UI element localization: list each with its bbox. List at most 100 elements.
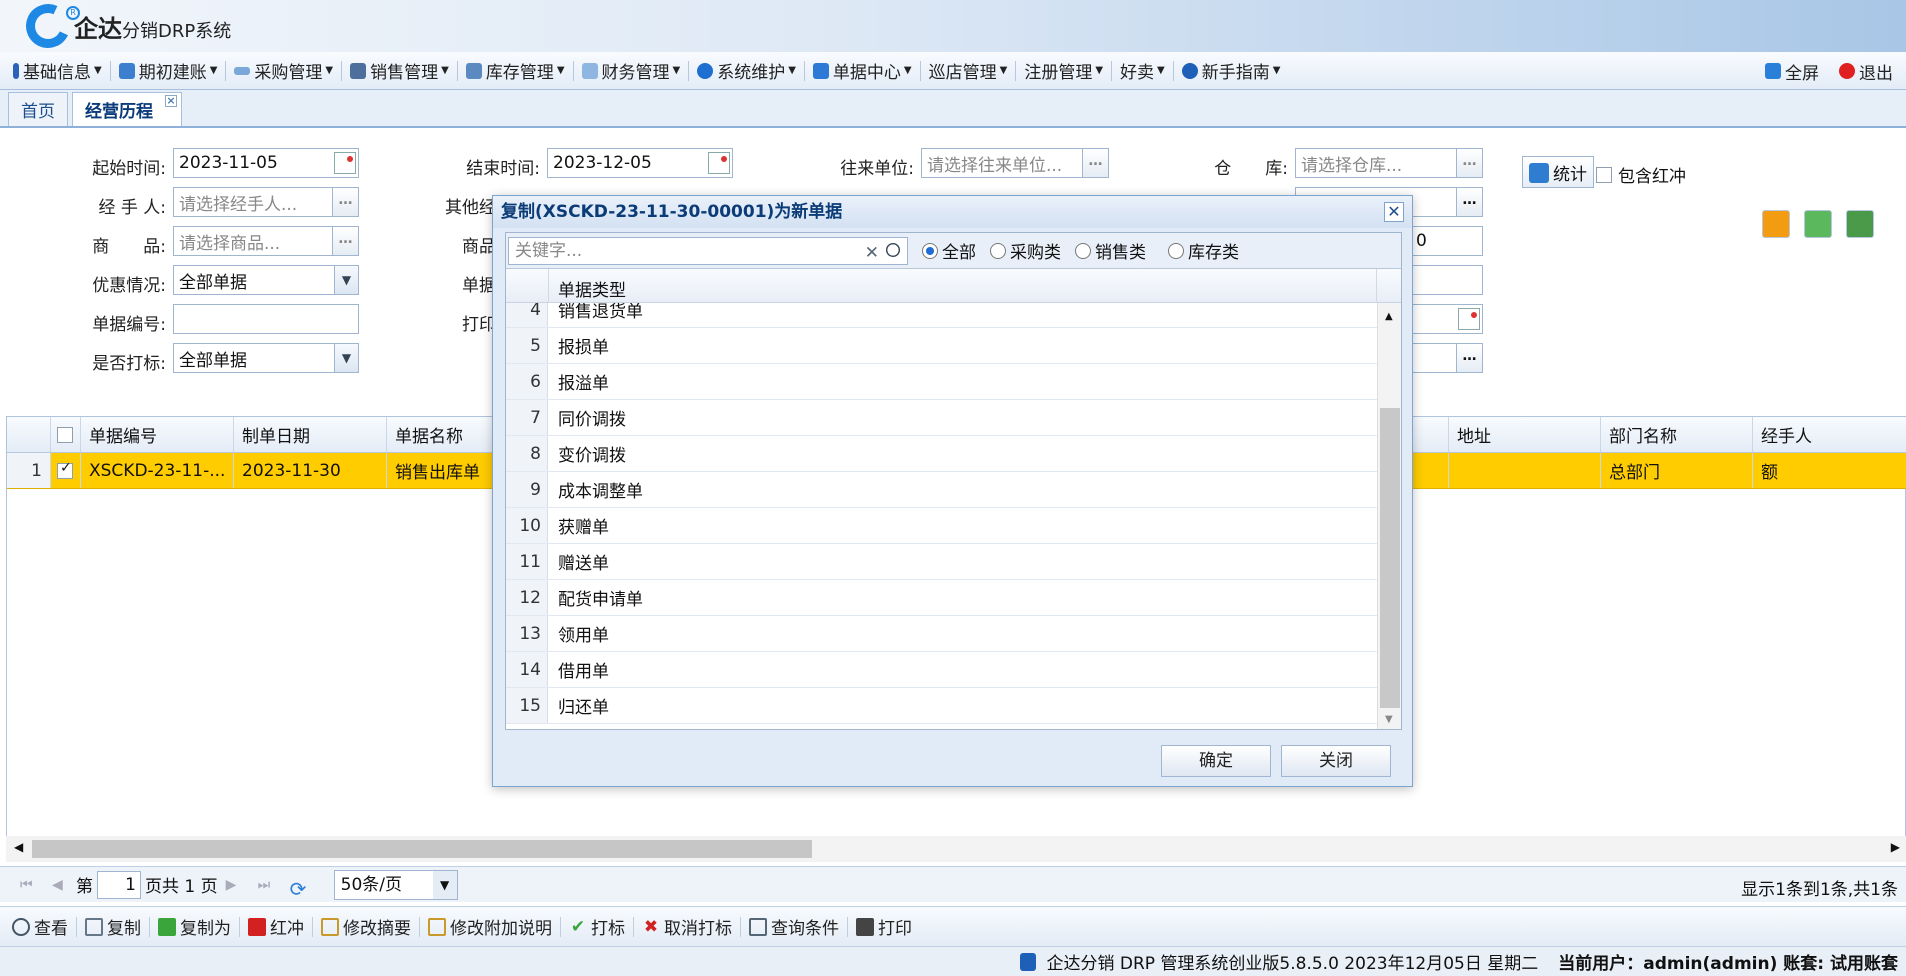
tab-home[interactable]: 首页 (8, 92, 68, 126)
print-button[interactable]: 打印 (850, 912, 918, 942)
partner-input[interactable]: 请选择往来单位...… (921, 148, 1109, 178)
more-button[interactable]: … (332, 188, 358, 216)
list-item[interactable]: 9 成本调整单 (506, 472, 1378, 508)
more-button[interactable]: … (1082, 149, 1108, 177)
end-time-input[interactable]: 2023-12-05 (547, 148, 733, 178)
goods-input[interactable]: 请选择商品...… (173, 226, 359, 256)
mark-button[interactable]: ✔ 打标 (563, 912, 631, 942)
last-page-icon[interactable]: ⏭ (258, 877, 274, 893)
horizontal-scrollbar[interactable]: ◀ ▶ (6, 836, 1906, 862)
statistics-button[interactable]: 统计 (1522, 156, 1594, 188)
hidden-input-2[interactable] (1410, 265, 1483, 295)
dialog-close-icon[interactable]: ✕ (1384, 202, 1404, 222)
col-date[interactable]: 制单日期 (234, 417, 387, 452)
prev-page-icon[interactable]: ◀ (52, 877, 68, 893)
chevron-down-icon[interactable]: ▼ (334, 344, 358, 372)
list-item[interactable]: 10 获赠单 (506, 508, 1378, 544)
marked-select[interactable]: 全部单据 ▼ (173, 343, 359, 373)
checkbox[interactable] (1596, 166, 1612, 183)
unmark-button[interactable]: ✖ 取消打标 (636, 912, 738, 942)
copy-icon (85, 917, 103, 936)
col-address[interactable]: 地址 (1449, 417, 1601, 452)
close-button[interactable]: 关闭 (1281, 745, 1391, 777)
next-page-icon[interactable]: ▶ (226, 877, 242, 893)
menu-system[interactable]: 系统维护 ▼ (692, 56, 801, 86)
list-item[interactable]: 11 赠送单 (506, 544, 1378, 580)
menu-documents[interactable]: 单据中心 ▼ (808, 56, 917, 86)
keyword-input[interactable]: 关键字... ✕ (508, 236, 908, 266)
handler-input[interactable]: 请选择经手人...… (173, 187, 359, 217)
col-doc-no[interactable]: 单据编号 (81, 417, 234, 452)
more-button[interactable]: … (1456, 344, 1482, 372)
edit-summary-button[interactable]: 修改摘要 (315, 912, 417, 942)
list-item[interactable]: 8 变价调拨 (506, 436, 1378, 472)
include-red-checkbox[interactable]: 包含红冲 (1596, 162, 1686, 187)
first-page-icon[interactable]: ⏮ (20, 877, 36, 893)
col-handler[interactable]: 经手人 (1753, 417, 1906, 452)
start-time-input[interactable]: 2023-11-05 (173, 148, 359, 178)
calendar-icon[interactable] (1458, 308, 1480, 330)
more-button[interactable]: … (1456, 188, 1482, 216)
menu-haomai[interactable]: 好卖 ▼ (1115, 56, 1170, 86)
hidden-input-3[interactable]: … (1410, 343, 1483, 373)
menu-inventory[interactable]: 库存管理 ▼ (461, 56, 570, 86)
copy-button[interactable]: 复制 (79, 912, 147, 942)
list-item[interactable]: 15 归还单 (506, 688, 1378, 724)
tab-close-icon[interactable]: × (165, 95, 177, 107)
fullscreen-button[interactable]: 全屏 (1760, 56, 1824, 86)
tab-business-history[interactable]: 经营历程 × (72, 92, 182, 126)
menu-guide[interactable]: 新手指南 ▼ (1177, 56, 1286, 86)
copy-as-button[interactable]: 复制为 (152, 912, 237, 942)
filter-sales-radio[interactable]: 销售类 (1075, 238, 1146, 263)
chevron-down-icon[interactable]: ▼ (334, 266, 358, 294)
menu-purchase[interactable]: 采购管理 ▼ (229, 56, 338, 86)
menu-store-patrol[interactable]: 巡店管理 ▼ (924, 56, 1013, 86)
clear-icon[interactable]: ✕ (865, 240, 879, 266)
settings-icon[interactable] (1762, 210, 1790, 238)
list-item[interactable]: 13 领用单 (506, 616, 1378, 652)
page-input[interactable]: 1 (97, 870, 141, 899)
ok-button[interactable]: 确定 (1161, 745, 1271, 777)
more-button[interactable]: … (1456, 149, 1482, 177)
col-dept[interactable]: 部门名称 (1601, 417, 1753, 452)
list-item[interactable]: 6 报溢单 (506, 364, 1378, 400)
docno-input[interactable] (173, 304, 359, 334)
exit-button[interactable]: 退出 (1834, 56, 1898, 86)
warehouse-input[interactable]: 请选择仓库...… (1295, 148, 1483, 178)
partial-input[interactable]: 0 (1410, 226, 1483, 256)
filter-all-radio[interactable]: 全部 (922, 238, 976, 263)
calendar-icon[interactable] (708, 152, 730, 174)
list-item[interactable]: 7 同价调拨 (506, 400, 1378, 436)
doc-type-label: 变价调拨 (558, 446, 626, 466)
hidden-date[interactable] (1410, 304, 1483, 334)
filter-inventory-radio[interactable]: 库存类 (1168, 238, 1239, 263)
refresh-icon[interactable]: ⟳ (290, 877, 307, 901)
select-all-checkbox[interactable] (51, 417, 81, 452)
copy-as-icon (158, 917, 176, 936)
calendar-icon[interactable] (334, 152, 356, 174)
list-item[interactable]: 4 销售退货单 (506, 303, 1378, 328)
menu-finance[interactable]: 财务管理 ▼ (577, 56, 686, 86)
vertical-scrollbar[interactable]: ▲ ▼ (1377, 303, 1401, 729)
excel-icon[interactable] (1846, 210, 1874, 238)
edit-note-button[interactable]: 修改附加说明 (422, 912, 558, 942)
more-button[interactable]: … (332, 227, 358, 255)
filter-purchase-radio[interactable]: 采购类 (990, 238, 1061, 263)
row-checkbox[interactable]: ✓ (51, 453, 81, 488)
finance-icon (581, 62, 598, 79)
search-icon[interactable] (886, 242, 900, 257)
menu-initial-setup[interactable]: 期初建账 ▼ (114, 56, 223, 86)
list-item[interactable]: 14 借用单 (506, 652, 1378, 688)
view-button[interactable]: 查看 (6, 912, 74, 942)
query-button[interactable]: 查询条件 (743, 912, 845, 942)
list-item[interactable]: 5 报损单 (506, 328, 1378, 364)
page-size-select[interactable]: 50条/页 ▼ (333, 869, 458, 900)
list-item[interactable]: 12 配货申请单 (506, 580, 1378, 616)
registered-icon: R (66, 6, 80, 20)
menu-basic-info[interactable]: 基础信息 ▼ (8, 56, 107, 86)
discount-select[interactable]: 全部单据 ▼ (173, 265, 359, 295)
red-reverse-button[interactable]: 红冲 (242, 912, 310, 942)
menu-registration[interactable]: 注册管理 ▼ (1019, 56, 1108, 86)
export-excel-icon[interactable] (1804, 210, 1832, 238)
menu-sales[interactable]: 销售管理 ▼ (345, 56, 454, 86)
